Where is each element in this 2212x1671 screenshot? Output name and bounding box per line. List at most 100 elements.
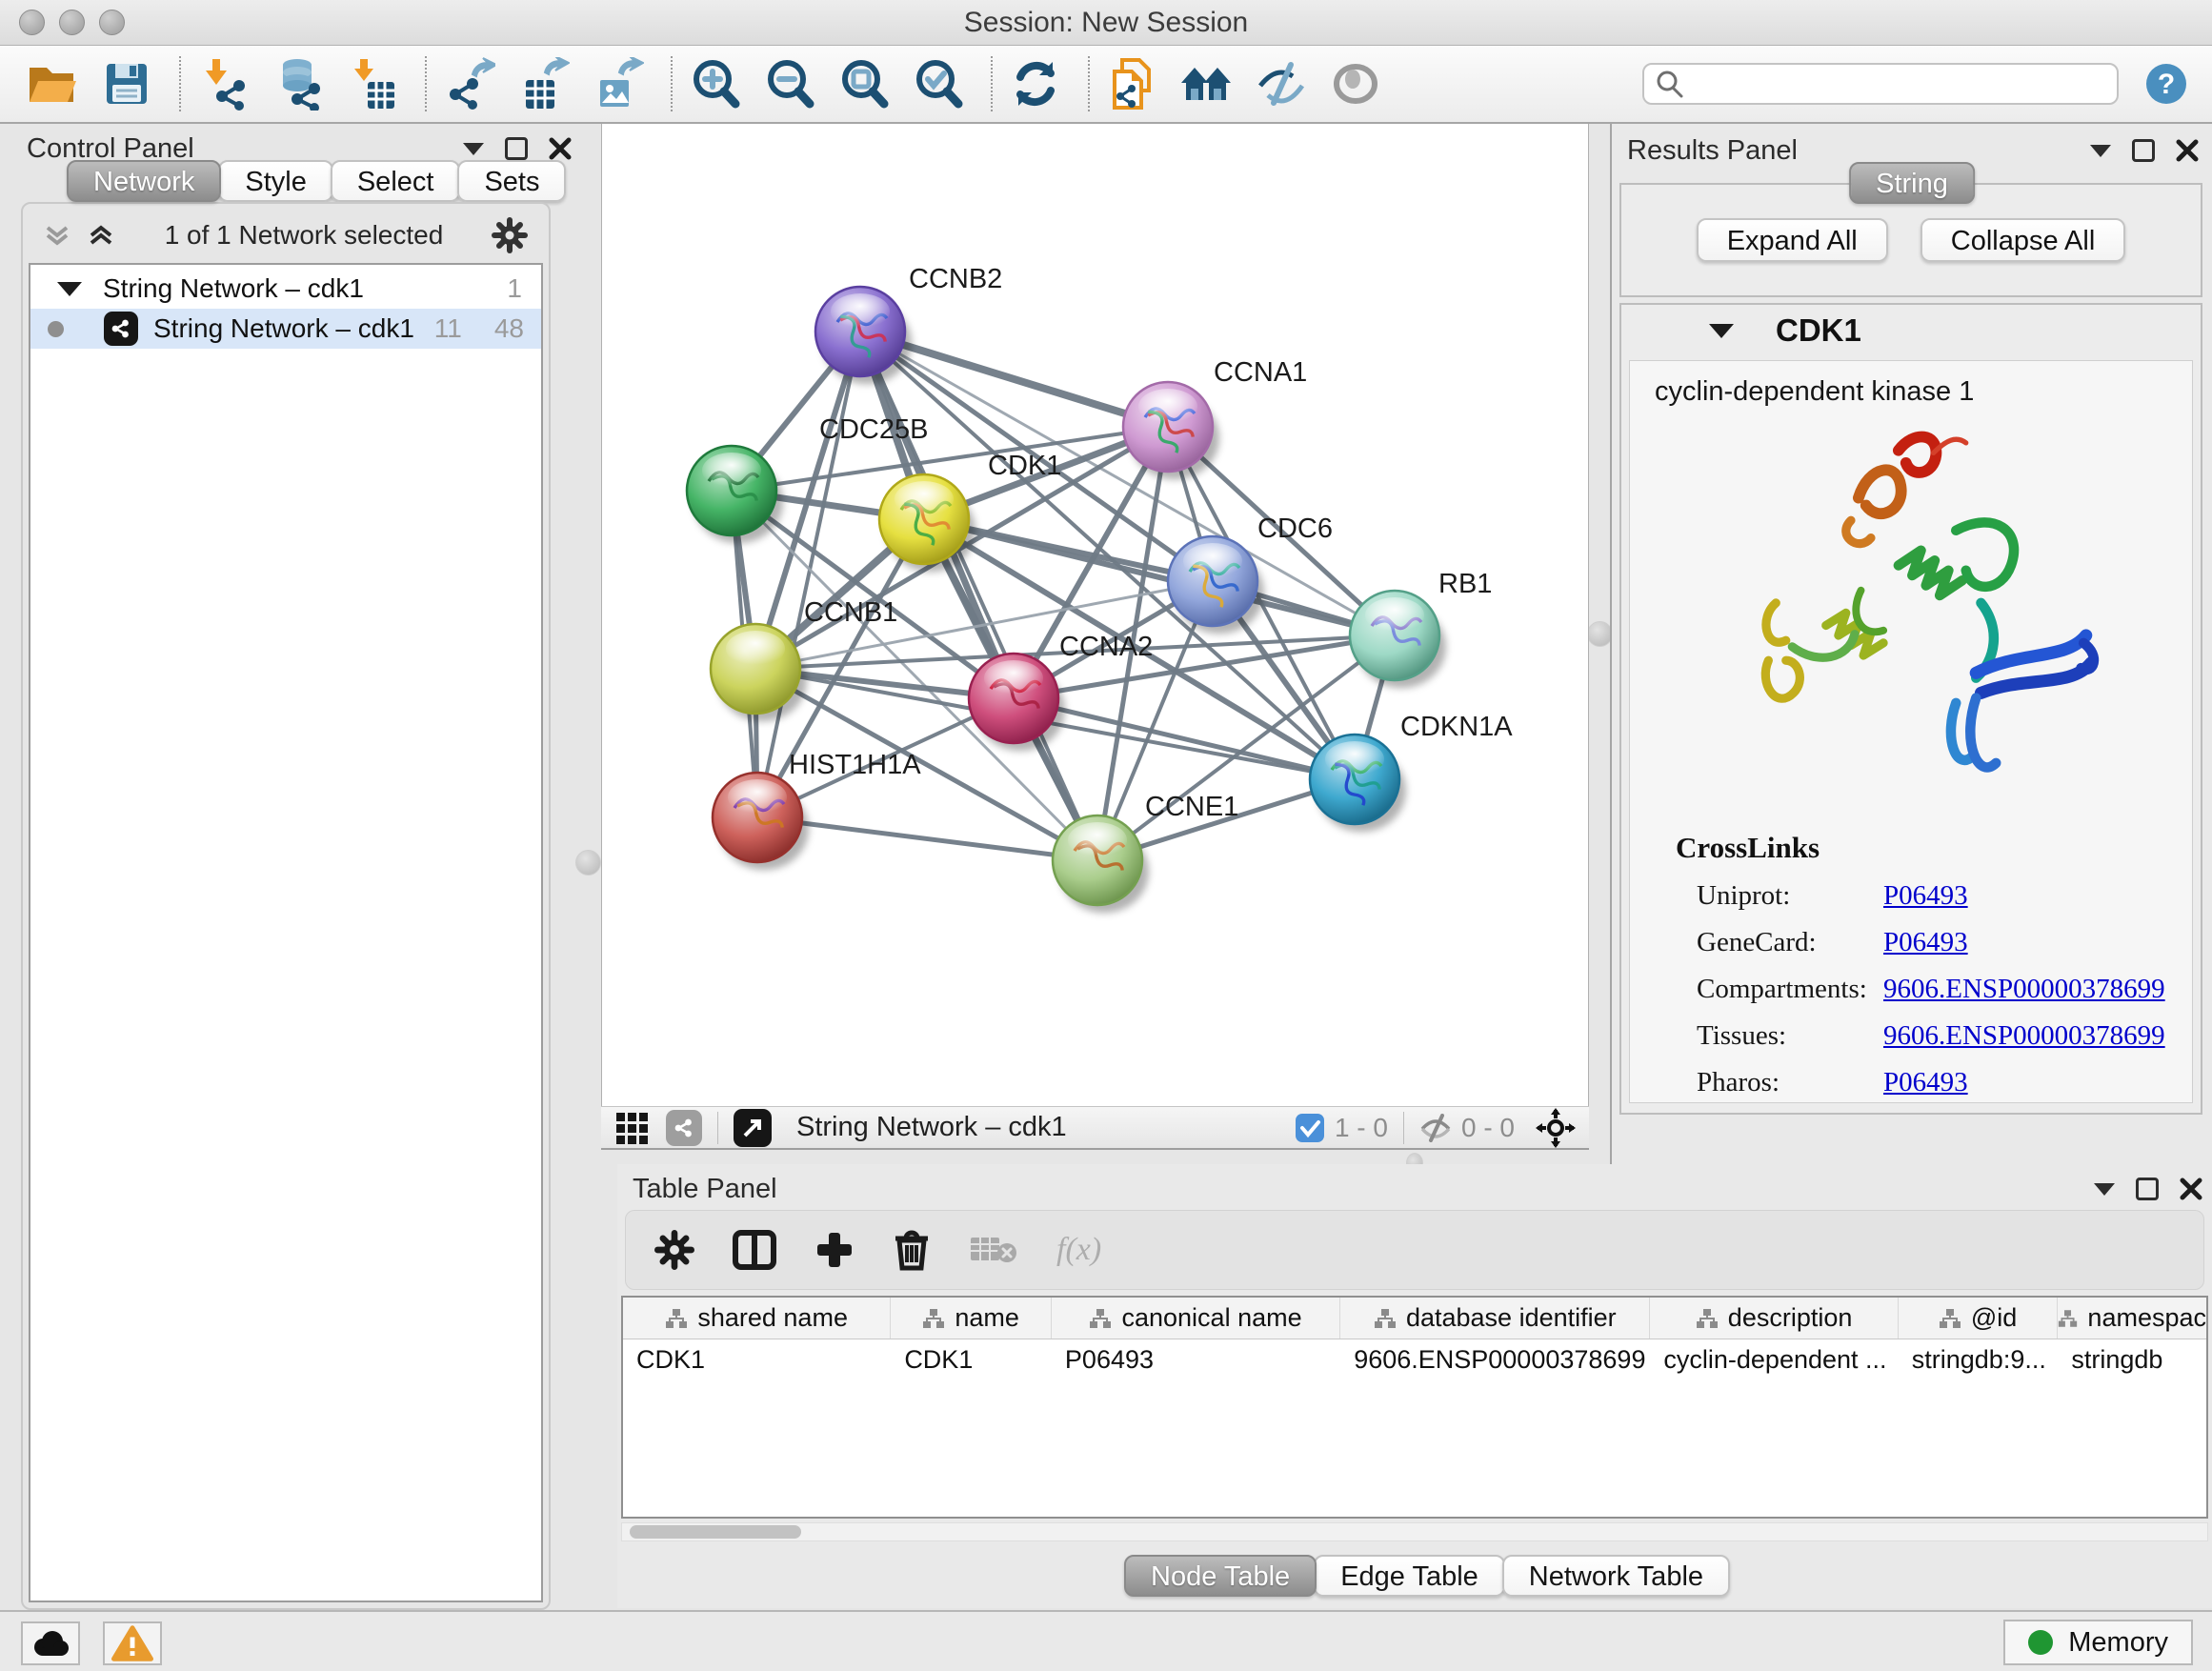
import-network-icon <box>199 57 249 111</box>
import-table-file-button[interactable] <box>345 53 400 114</box>
column-header[interactable]: name <box>891 1298 1052 1339</box>
toolbar-separator <box>991 56 993 111</box>
zoom-fit-button[interactable] <box>836 53 892 114</box>
left-splitter-handle[interactable] <box>575 850 601 876</box>
graph-node-label-CCNA2: CCNA2 <box>1059 632 1153 662</box>
protein-expander-icon[interactable] <box>1709 324 1734 338</box>
network-label: String Network – cdk1 <box>153 313 414 344</box>
delete-table-icon[interactable] <box>969 1232 1018 1268</box>
graph-node-CDC25B[interactable] <box>687 446 783 543</box>
graph-node-CDK1[interactable] <box>879 474 975 572</box>
grid-view-icon[interactable] <box>614 1111 649 1145</box>
crosslink-row: Tissues: 9606.ENSP00000378699 <box>1697 1020 2192 1052</box>
expand-all-button[interactable]: Expand All <box>1697 218 1888 262</box>
import-network-database-button[interactable] <box>271 53 326 114</box>
tab-network[interactable]: Network <box>67 160 221 202</box>
graph-node-label-CDK1: CDK1 <box>988 451 1061 481</box>
expand-all-networks-icon[interactable] <box>86 220 116 251</box>
graph-node-HIST1H1A[interactable] <box>713 773 809 870</box>
table-horizontal-scrollbar[interactable] <box>621 1522 2208 1541</box>
column-header[interactable]: namespac <box>2058 1298 2206 1339</box>
crosslink-link[interactable]: P06493 <box>1883 880 1968 912</box>
tab-select[interactable]: Select <box>331 160 461 202</box>
network-options-gear-icon[interactable] <box>492 217 528 253</box>
graph-node-CDC6[interactable] <box>1168 536 1264 634</box>
selected-nodes-checkbox-icon[interactable] <box>1295 1113 1325 1143</box>
column-header[interactable]: canonical name <box>1052 1298 1340 1339</box>
memory-ok-dot-icon <box>2028 1630 2053 1655</box>
panel-float-icon[interactable] <box>505 137 528 160</box>
houses-button[interactable] <box>1179 53 1235 114</box>
network-collection-row[interactable]: String Network – cdk1 1 <box>30 269 541 309</box>
zoom-in-icon <box>690 58 741 110</box>
network-row-selected[interactable]: String Network – cdk1 11 48 <box>30 309 541 349</box>
network-graph[interactable]: CCNB2CCNA1CDC25BCDK1CDC6RB1CCNB1CCNA2CDK… <box>602 124 1588 1104</box>
panel-menu-icon[interactable] <box>2090 145 2111 157</box>
panel-float-icon[interactable] <box>2132 139 2155 162</box>
column-header[interactable]: @id <box>1899 1298 2059 1339</box>
network-view-canvas[interactable]: CCNB2CCNA1CDC25BCDK1CDC6RB1CCNB1CCNA2CDK… <box>601 124 1589 1106</box>
hidden-elements-eye-icon[interactable] <box>1419 1114 1452 1142</box>
panel-close-icon[interactable] <box>2180 1178 2202 1200</box>
delete-column-trash-icon[interactable] <box>893 1229 931 1271</box>
export-image-button[interactable] <box>591 53 646 114</box>
function-builder-button[interactable]: f(x) <box>1056 1232 1101 1268</box>
document-network-button[interactable] <box>1105 53 1160 114</box>
graph-node-CCNA2[interactable] <box>969 654 1065 751</box>
right-splitter-handle[interactable] <box>1587 621 1613 647</box>
collection-expander-icon[interactable] <box>57 282 82 296</box>
table-options-gear-icon[interactable] <box>654 1230 694 1270</box>
tab-node-table[interactable]: Node Table <box>1124 1555 1317 1597</box>
panel-menu-icon[interactable] <box>2094 1183 2115 1196</box>
birdseye-view-icon[interactable] <box>734 1109 772 1147</box>
tab-edge-table[interactable]: Edge Table <box>1314 1555 1505 1597</box>
tab-style[interactable]: Style <box>218 160 332 202</box>
panel-close-icon[interactable] <box>549 137 572 160</box>
export-table-button[interactable] <box>516 53 572 114</box>
column-header[interactable]: shared name <box>623 1298 891 1339</box>
column-header[interactable]: description <box>1650 1298 1898 1339</box>
help-icon: ? <box>2145 63 2187 105</box>
cloud-status-button[interactable] <box>21 1621 80 1665</box>
hide-graphics-button[interactable] <box>1254 53 1309 114</box>
pan-crosshair-icon[interactable] <box>1536 1108 1576 1148</box>
save-session-button[interactable] <box>99 53 154 114</box>
warnings-button[interactable] <box>103 1621 162 1665</box>
zoom-in-button[interactable] <box>688 53 743 114</box>
status-bar: Memory <box>0 1610 2212 1671</box>
graph-node-CDKN1A[interactable] <box>1310 735 1406 832</box>
tab-string-results[interactable]: String <box>1849 162 1975 204</box>
zoom-selected-button[interactable] <box>911 53 966 114</box>
open-session-button[interactable] <box>25 53 80 114</box>
protein-section-header[interactable]: CDK1 <box>1621 305 2201 356</box>
refresh-layout-button[interactable] <box>1008 53 1063 114</box>
memory-status-button[interactable]: Memory <box>2003 1620 2193 1665</box>
graph-node-RB1[interactable] <box>1350 591 1446 688</box>
export-network-button[interactable] <box>442 53 497 114</box>
tab-sets[interactable]: Sets <box>457 160 566 202</box>
tab-network-table[interactable]: Network Table <box>1502 1555 1730 1597</box>
panel-close-icon[interactable] <box>2176 139 2199 162</box>
crosslink-link[interactable]: P06493 <box>1883 927 1968 958</box>
panel-menu-icon[interactable] <box>463 143 484 155</box>
protein-structure-image <box>1687 415 2135 815</box>
graph-node-CCNA1[interactable] <box>1123 382 1219 479</box>
share-view-icon[interactable] <box>666 1110 702 1146</box>
crosslink-link[interactable]: 9606.ENSP00000378699 <box>1883 974 2165 1005</box>
column-header[interactable]: database identifier <box>1340 1298 1650 1339</box>
search-input[interactable] <box>1694 70 2105 99</box>
collapse-all-button[interactable]: Collapse All <box>1920 218 2126 262</box>
table-row[interactable]: CDK1 CDK1 P06493 9606.ENSP00000378699 cy… <box>623 1339 2206 1379</box>
zoom-out-button[interactable] <box>762 53 817 114</box>
crosslink-link[interactable]: P06493 <box>1883 1067 1968 1098</box>
crosslink-link[interactable]: 9606.ENSP00000378699 <box>1883 1020 2165 1052</box>
collapse-all-networks-icon[interactable] <box>42 220 72 251</box>
add-column-icon[interactable] <box>814 1230 855 1270</box>
help-button[interactable]: ? <box>2145 63 2187 105</box>
scrollbar-thumb[interactable] <box>630 1525 801 1539</box>
toolbar-search-field[interactable] <box>1642 63 2119 105</box>
import-network-file-button[interactable] <box>196 53 251 114</box>
panel-float-icon[interactable] <box>2136 1178 2159 1200</box>
show-graphics-button[interactable] <box>1328 53 1383 114</box>
show-columns-icon[interactable] <box>733 1230 776 1270</box>
